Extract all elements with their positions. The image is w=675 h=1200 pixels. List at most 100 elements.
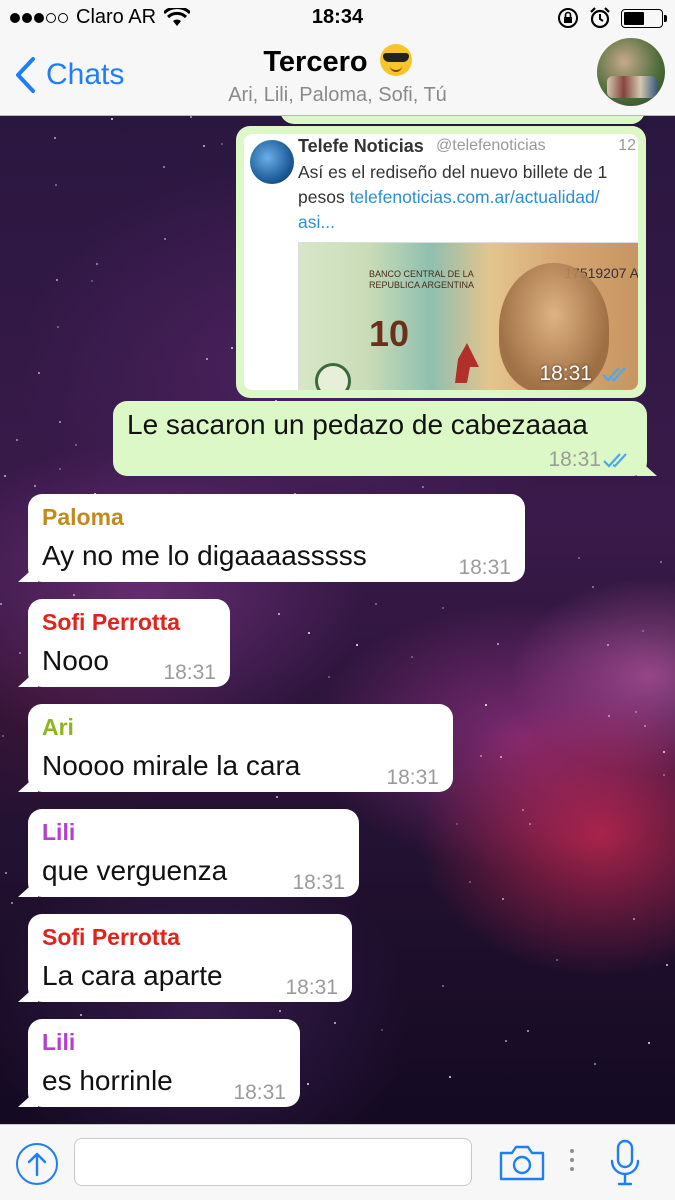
link-preview-bubble[interactable]: Telefe Noticias @telefenoticias 12 Así e…: [236, 126, 646, 398]
star: [203, 145, 205, 147]
group-name: Tercero: [263, 46, 368, 78]
group-members[interactable]: Ari, Lili, Paloma, Sofi, Tú: [0, 84, 675, 107]
message-time: 18:31: [163, 661, 216, 684]
chat-area[interactable]: Telefe Noticias @telefenoticias 12 Así e…: [0, 116, 675, 1124]
preview-text-prefix: pesos: [298, 187, 350, 207]
star: [663, 751, 665, 753]
message-text: Ay no me lo digaaaasssss: [42, 540, 367, 571]
preview-account-name: Telefe Noticias: [298, 136, 424, 156]
star: [500, 756, 502, 758]
star: [422, 486, 424, 488]
more-dots-icon[interactable]: [570, 1149, 574, 1171]
star: [59, 421, 61, 423]
star: [56, 279, 58, 281]
star: [91, 280, 93, 282]
star: [80, 1014, 82, 1016]
message-text: Le sacaron un pedazo de cabezaaaa: [127, 409, 588, 440]
link-preview-card[interactable]: Telefe Noticias @telefenoticias 12 Así e…: [244, 134, 638, 390]
star: [278, 613, 280, 615]
star: [59, 468, 61, 470]
camera-icon[interactable]: [498, 1143, 546, 1183]
star: [635, 711, 637, 713]
rotation-lock-icon: [558, 8, 578, 28]
sender-name: Sofi Perrotta: [42, 924, 181, 950]
star: [505, 1040, 507, 1042]
star: [16, 439, 18, 441]
star: [0, 603, 2, 605]
message-time: 18:31: [386, 766, 439, 789]
message-text: que verguenza: [42, 855, 228, 886]
group-avatar[interactable]: [597, 38, 665, 106]
outgoing-message[interactable]: Le sacaron un pedazo de cabezaaaa 18:31: [113, 401, 647, 476]
star: [73, 594, 75, 596]
incoming-message[interactable]: Lili que verguenza 18:31: [28, 809, 359, 897]
star: [480, 755, 482, 757]
telefe-logo-icon: [250, 140, 294, 184]
sender-name: Ari: [42, 714, 74, 740]
incoming-message[interactable]: Sofi Perrotta La cara aparte 18:31: [28, 914, 352, 1002]
star: [163, 166, 165, 168]
star: [456, 823, 458, 825]
sender-name: Paloma: [42, 504, 124, 530]
star: [57, 326, 59, 328]
message-text: Noooo mirale la cara: [42, 750, 301, 781]
star: [592, 586, 594, 588]
star: [34, 485, 36, 487]
star: [485, 704, 487, 706]
microphone-icon[interactable]: [610, 1139, 640, 1187]
sender-name: Lili: [42, 1029, 76, 1055]
star: [11, 902, 13, 904]
incoming-message[interactable]: Sofi Perrotta Nooo 18:31: [28, 599, 230, 687]
star: [497, 643, 499, 645]
star: [442, 607, 444, 609]
star: [206, 358, 208, 360]
message-time: 18:31: [233, 1081, 286, 1104]
status-bar: Claro AR 18:34: [0, 0, 675, 38]
incoming-message[interactable]: Paloma Ay no me lo digaaaasssss 18:31: [28, 494, 525, 582]
star: [334, 1022, 336, 1024]
preview-link-cont[interactable]: asi...: [298, 210, 638, 235]
star: [648, 1042, 650, 1044]
incoming-message[interactable]: Lili es horrinle 18:31: [28, 1019, 300, 1107]
preview-link[interactable]: telefenoticias.com.ar/actualidad/: [350, 187, 600, 207]
incoming-message[interactable]: Ari Noooo mirale la cara 18:31: [28, 704, 453, 792]
star: [54, 137, 56, 139]
star: [328, 676, 330, 678]
star: [111, 118, 113, 120]
attach-button[interactable]: [16, 1143, 58, 1185]
bill-denomination: 10: [369, 313, 410, 354]
star: [55, 184, 57, 186]
bill-seal: [315, 363, 351, 390]
message-text: es horrinle: [42, 1065, 173, 1096]
star: [231, 347, 233, 349]
message-input[interactable]: [74, 1138, 472, 1186]
star: [164, 238, 166, 240]
bill-bank-text: BANCO CENTRAL DE LA REPUBLICA ARGENTINA: [369, 269, 475, 290]
alarm-icon: [590, 7, 610, 29]
status-right: [557, 7, 667, 29]
message-time: 18:31: [285, 976, 338, 999]
star: [190, 116, 192, 118]
message-text: Nooo: [42, 645, 109, 676]
star: [607, 644, 609, 646]
star: [469, 881, 471, 883]
preview-text: Así es el rediseño del nuevo billete de …: [298, 160, 638, 235]
star: [356, 644, 358, 646]
message-time: 18:31: [548, 448, 601, 471]
star: [633, 918, 635, 920]
star: [556, 959, 558, 961]
message-text: La cara aparte: [42, 960, 223, 991]
preview-text-line1: Así es el rediseño del nuevo billete de …: [298, 162, 608, 182]
sender-name: Lili: [42, 819, 76, 845]
star: [527, 1030, 529, 1032]
partial-outgoing-bubble: [280, 116, 645, 124]
star: [522, 809, 524, 811]
star: [644, 725, 646, 727]
star: [608, 715, 610, 717]
star: [308, 632, 310, 634]
read-checks-icon: [602, 367, 626, 382]
battery-icon: [621, 8, 667, 28]
group-title[interactable]: Tercero: [0, 44, 675, 79]
star: [594, 1063, 596, 1065]
star: [502, 898, 504, 900]
